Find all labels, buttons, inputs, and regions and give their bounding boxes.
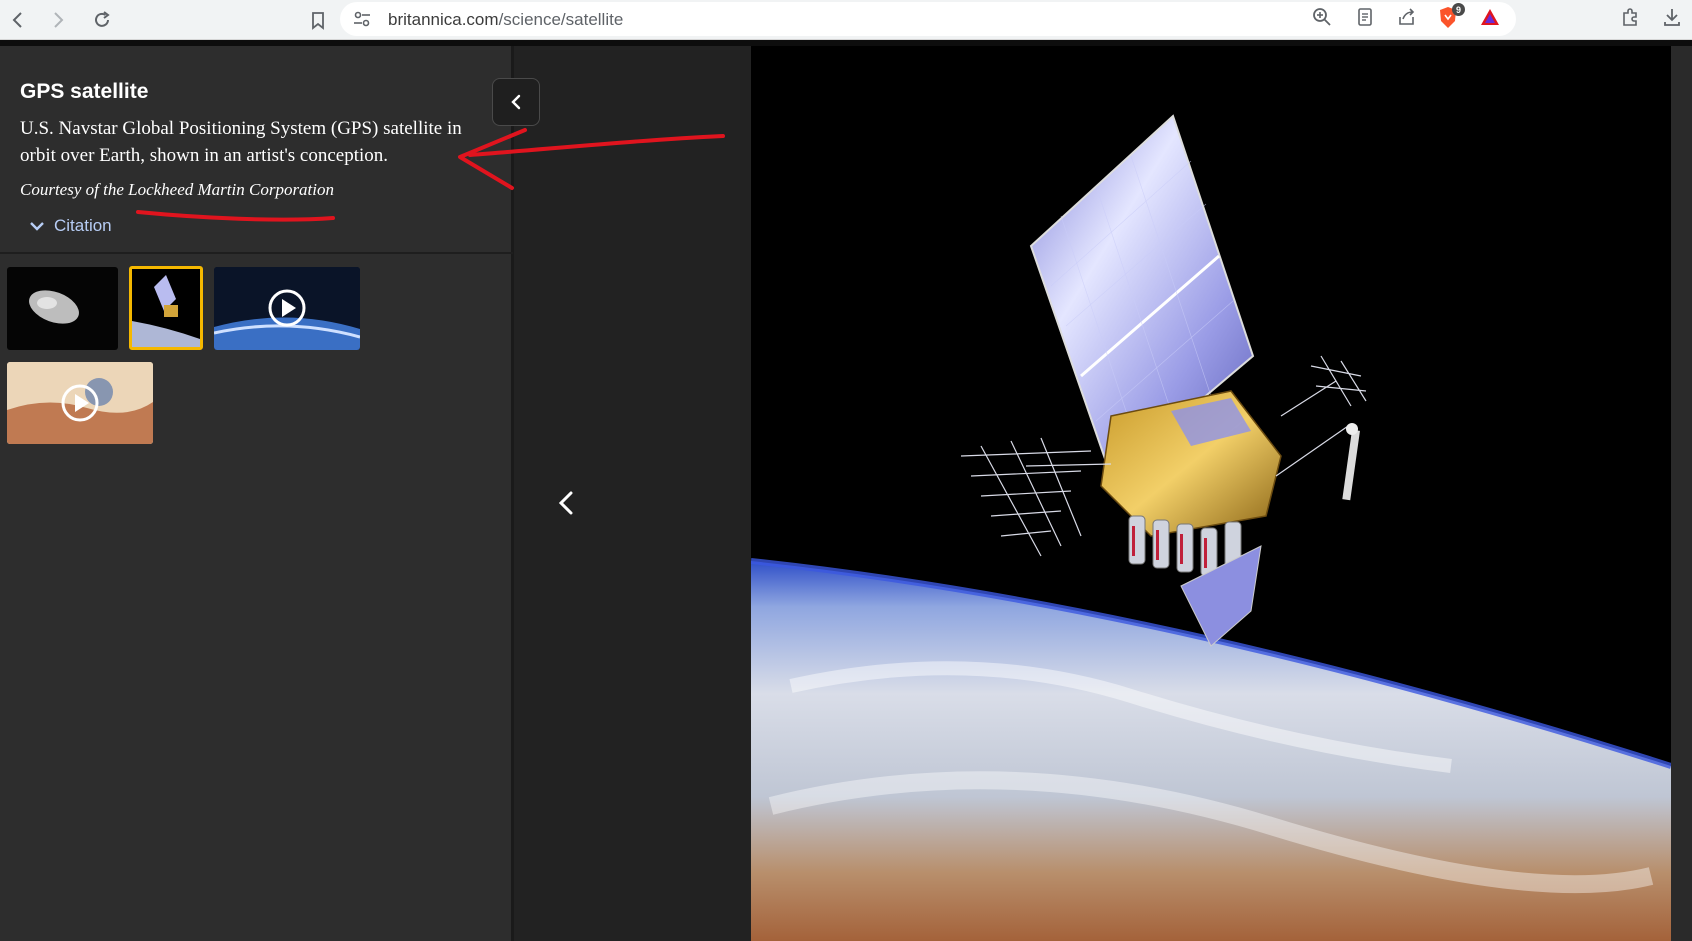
mars-thumbnail-image [7,362,153,444]
forward-icon[interactable] [44,6,72,34]
rewards-icon[interactable] [1478,5,1502,29]
thumbnail-asteroid[interactable] [7,267,118,350]
download-icon[interactable] [1660,5,1684,29]
url-text[interactable]: britannica.com/science/satellite [388,10,623,30]
share-icon[interactable] [1395,5,1419,29]
zoom-icon[interactable] [1310,5,1334,29]
panel-divider [0,252,513,254]
url-domain: britannica.com [388,10,499,29]
earth-orbit-thumbnail-image [214,267,360,350]
satellite-illustration [751,46,1671,941]
viewer-right-edge [1671,46,1692,941]
address-bar[interactable]: britannica.com/science/satellite [340,2,1516,36]
caption-title: GPS satellite [20,80,149,103]
browser-toolbar: britannica.com/science/satellite 9 [0,0,1692,40]
chevron-down-icon [30,222,44,231]
reload-icon[interactable] [88,6,116,34]
chevron-left-icon [511,94,521,110]
image-credit: Courtesy of the Lockheed Martin Corporat… [20,180,335,199]
tune-icon[interactable] [352,9,372,29]
previous-image-icon[interactable] [552,488,582,518]
collapse-panel-button[interactable] [492,78,540,126]
thumbnail-gps-satellite[interactable] [129,266,203,350]
thumbnail-earth-orbit-video[interactable] [214,267,360,350]
url-path: /science/satellite [498,10,624,29]
caption-text: U.S. Navstar Global Positioning System (… [20,118,462,166]
reader-icon[interactable] [1353,5,1377,29]
panel-edge [511,46,514,941]
back-icon[interactable] [4,6,32,34]
asteroid-thumbnail-image [29,290,79,324]
extensions-icon[interactable] [1618,5,1642,29]
satellite-thumbnail-image [132,275,200,347]
citation-toggle[interactable]: Citation [28,216,112,236]
thumbnail-mars-landscape-video[interactable] [7,362,153,444]
bookmark-icon[interactable] [304,6,332,34]
citation-label: Citation [54,216,112,235]
main-image [751,46,1671,941]
brave-badge-count: 9 [1452,3,1465,16]
